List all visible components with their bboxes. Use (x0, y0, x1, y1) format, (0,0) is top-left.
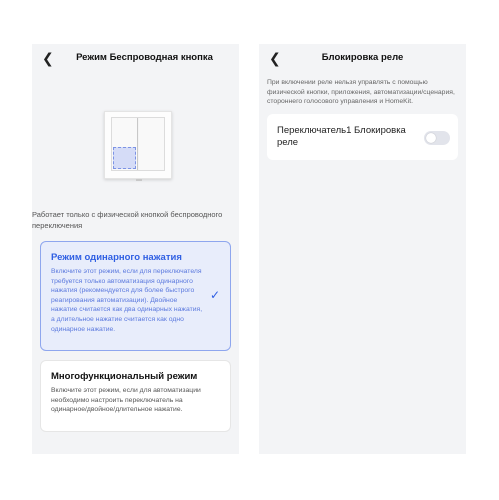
toggle-knob (426, 133, 436, 143)
header: ❮ Блокировка реле (259, 44, 466, 74)
single-press-mode-option[interactable]: Режим одинарного нажатия Включите этот р… (40, 241, 231, 351)
relay-lock-screen: ❮ Блокировка реле При включении реле нел… (259, 44, 466, 454)
page-title: Режим Беспроводная кнопка (76, 52, 213, 63)
option-description: Включите этот режим, если для переключат… (51, 268, 203, 333)
page-title: Блокировка реле (321, 52, 404, 63)
header: ❮ Режим Беспроводная кнопка (32, 44, 239, 74)
relay-lock-card: Переключатель1 Блокировка реле (267, 114, 458, 160)
switch-plate (111, 117, 165, 171)
wireless-button-mode-screen: ❮ Режим Беспроводная кнопка Работает тол… (32, 44, 239, 454)
hint-text: Работает только с физической кнопкой бес… (32, 210, 223, 230)
option-title: Многофункциональный режим (51, 371, 198, 382)
info-text: При включении реле нельзя управлять с по… (267, 79, 455, 106)
switch-led (136, 179, 142, 181)
key-highlight (113, 147, 136, 169)
option-description: Включите этот режим, если для автоматиза… (51, 387, 201, 414)
relay-lock-toggle[interactable] (424, 131, 450, 145)
relay-lock-label: Переключатель1 Блокировка реле (277, 125, 406, 148)
switch-illustration (104, 111, 172, 181)
checkmark-icon: ✓ (209, 288, 220, 302)
multifunction-mode-option[interactable]: Многофункциональный режим Включите этот … (40, 360, 231, 432)
switch-key-right (139, 118, 164, 170)
option-title: Режим одинарного нажатия (51, 252, 182, 263)
switch-key-left (112, 118, 138, 170)
